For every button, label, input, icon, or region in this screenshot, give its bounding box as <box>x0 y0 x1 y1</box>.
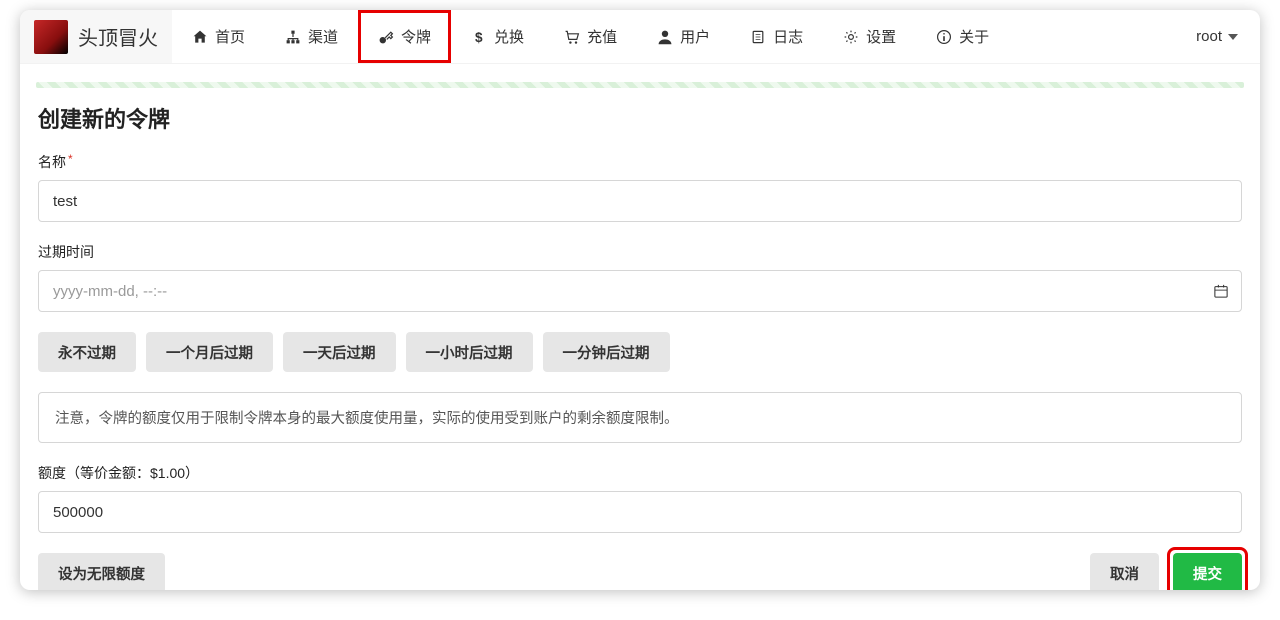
quota-info: 注意，令牌的额度仅用于限制令牌本身的最大额度使用量，实际的使用受到账户的剩余额度… <box>38 392 1242 443</box>
expire-input[interactable] <box>38 270 1242 312</box>
expire-label: 过期时间 <box>38 242 1242 262</box>
name-label: 名称 <box>38 152 1242 172</box>
nav-label: 用户 <box>680 26 710 47</box>
quota-input[interactable] <box>38 491 1242 533</box>
form-create-token: 创建新的令牌 名称 过期时间 永不过期 一个月后过期 一天后过期 一小时后过期 … <box>20 88 1260 590</box>
expire-month-button[interactable]: 一个月后过期 <box>146 332 273 372</box>
nav-label: 设置 <box>866 26 896 47</box>
form-footer: 设为无限额度 取消 提交 <box>38 553 1242 590</box>
sitemap-icon <box>285 29 301 45</box>
nav-label: 关于 <box>959 26 989 47</box>
nav-home[interactable]: 首页 <box>172 10 265 63</box>
unlimited-quota-button[interactable]: 设为无限额度 <box>38 553 165 590</box>
cart-icon <box>564 29 580 45</box>
brand-title: 头顶冒火 <box>78 22 158 51</box>
nav-setting[interactable]: 设置 <box>823 10 916 63</box>
nav-label: 日志 <box>773 26 803 47</box>
info-icon <box>936 29 952 45</box>
quota-label: 额度（等价金额：$1.00） <box>38 463 1242 483</box>
nav-token[interactable]: 令牌 <box>358 10 451 63</box>
svg-text:$: $ <box>475 29 483 44</box>
page-title: 创建新的令牌 <box>38 102 1242 134</box>
user-icon <box>657 29 673 45</box>
brand[interactable]: 头顶冒火 <box>20 10 172 63</box>
nav-redeem[interactable]: $ 兑换 <box>451 10 544 63</box>
nav-list: 首页 渠道 令牌 $ 兑换 充值 用户 <box>172 10 1174 63</box>
nav-label: 令牌 <box>401 26 431 47</box>
nav-label: 首页 <box>215 26 245 47</box>
nav-log[interactable]: 日志 <box>730 10 823 63</box>
name-input[interactable] <box>38 180 1242 222</box>
brand-logo <box>34 20 68 54</box>
key-icon <box>378 29 394 45</box>
navbar: 头顶冒火 首页 渠道 令牌 $ 兑换 充值 <box>20 10 1260 64</box>
cancel-button[interactable]: 取消 <box>1090 553 1159 590</box>
gear-icon <box>843 29 859 45</box>
nav-user[interactable]: 用户 <box>637 10 730 63</box>
user-name: root <box>1196 28 1222 45</box>
expire-day-button[interactable]: 一天后过期 <box>283 332 396 372</box>
nav-label: 充值 <box>587 26 617 47</box>
nav-about[interactable]: 关于 <box>916 10 1009 63</box>
nav-label: 兑换 <box>494 26 524 47</box>
nav-topup[interactable]: 充值 <box>544 10 637 63</box>
expire-minute-button[interactable]: 一分钟后过期 <box>543 332 670 372</box>
book-icon <box>750 29 766 45</box>
home-icon <box>192 29 208 45</box>
user-menu[interactable]: root <box>1174 10 1260 63</box>
nav-channel[interactable]: 渠道 <box>265 10 358 63</box>
chevron-down-icon <box>1228 34 1238 40</box>
nav-label: 渠道 <box>308 26 338 47</box>
expire-presets: 永不过期 一个月后过期 一天后过期 一小时后过期 一分钟后过期 <box>38 332 1242 372</box>
dollar-icon: $ <box>471 29 487 45</box>
expire-hour-button[interactable]: 一小时后过期 <box>406 332 533 372</box>
submit-button[interactable]: 提交 <box>1173 553 1242 590</box>
expire-never-button[interactable]: 永不过期 <box>38 332 136 372</box>
